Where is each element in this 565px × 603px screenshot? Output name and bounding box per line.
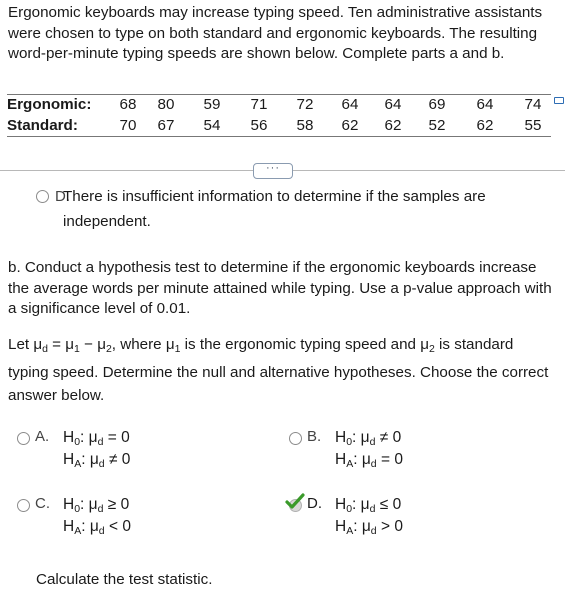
table-cell: 69 xyxy=(428,96,446,113)
table-cell: 62 xyxy=(384,117,402,134)
option-letter: C. xyxy=(35,495,50,512)
table-bottom-border xyxy=(7,136,551,137)
table-cell: 59 xyxy=(203,96,221,113)
question-intro: Ergonomic keyboards may increase typing … xyxy=(8,4,543,62)
radio-button[interactable] xyxy=(17,499,30,512)
table-cell: 54 xyxy=(203,117,221,134)
null-hypothesis: H0: μd = 0 xyxy=(63,429,130,448)
table-cell: 62 xyxy=(476,117,494,134)
option-letter: D. xyxy=(307,495,322,512)
option-a[interactable]: A. H0: μd = 0 HA: μd ≠ 0 xyxy=(0,428,280,478)
prev-option-d-clipped: D. There is insufficient information to … xyxy=(0,187,565,203)
show-more-button[interactable]: ··· xyxy=(253,163,293,179)
alternative-hypothesis: HA: μd = 0 xyxy=(335,451,403,470)
table-cell: 74 xyxy=(524,96,542,113)
table-cell: 72 xyxy=(296,96,314,113)
table-cell: 80 xyxy=(157,96,175,113)
radio-button[interactable] xyxy=(36,190,49,203)
alternative-hypothesis: HA: μd < 0 xyxy=(63,518,131,537)
option-letter: A. xyxy=(35,428,50,445)
option-d[interactable]: D. H0: μd ≤ 0 HA: μd > 0 xyxy=(280,493,560,545)
expand-table-icon[interactable] xyxy=(554,97,564,104)
part-b-prompt: b. Conduct a hypothesis test to determin… xyxy=(8,259,552,317)
alternative-hypothesis: HA: μd > 0 xyxy=(335,518,403,537)
null-hypothesis: H0: μd ≠ 0 xyxy=(335,429,402,448)
option-letter: B. xyxy=(307,428,322,445)
table-cell: 67 xyxy=(157,117,175,134)
table-cell: 55 xyxy=(524,117,542,134)
correct-checkmark-icon xyxy=(285,493,305,509)
option-text: There is insufficient information to det… xyxy=(63,188,486,203)
table-cell: 62 xyxy=(341,117,359,134)
table-cell: 52 xyxy=(428,117,446,134)
alternative-hypothesis: HA: μd ≠ 0 xyxy=(63,451,131,470)
row-label: Standard: xyxy=(7,117,78,134)
table-cell: 56 xyxy=(250,117,268,134)
calculate-prompt: Calculate the test statistic. xyxy=(36,571,213,588)
table-cell: 68 xyxy=(119,96,137,113)
row-label: Ergonomic: xyxy=(7,96,92,113)
table-cell: 71 xyxy=(250,96,268,113)
option-c[interactable]: C. H0: μd ≥ 0 HA: μd < 0 xyxy=(0,495,280,545)
option-text-continued: independent. xyxy=(63,213,151,230)
radio-button[interactable] xyxy=(289,432,302,445)
hypothesis-definition: Let μd = μ1 − μ2, where μ1 is the ergono… xyxy=(8,336,549,404)
radio-button[interactable] xyxy=(17,432,30,445)
null-hypothesis: H0: μd ≥ 0 xyxy=(63,496,130,515)
null-hypothesis: H0: μd ≤ 0 xyxy=(335,496,402,515)
table-cell: 64 xyxy=(476,96,494,113)
table-cell: 58 xyxy=(296,117,314,134)
table-cell: 64 xyxy=(384,96,402,113)
table-cell: 64 xyxy=(341,96,359,113)
option-b[interactable]: B. H0: μd ≠ 0 HA: μd = 0 xyxy=(280,428,560,478)
table-cell: 70 xyxy=(119,117,137,134)
